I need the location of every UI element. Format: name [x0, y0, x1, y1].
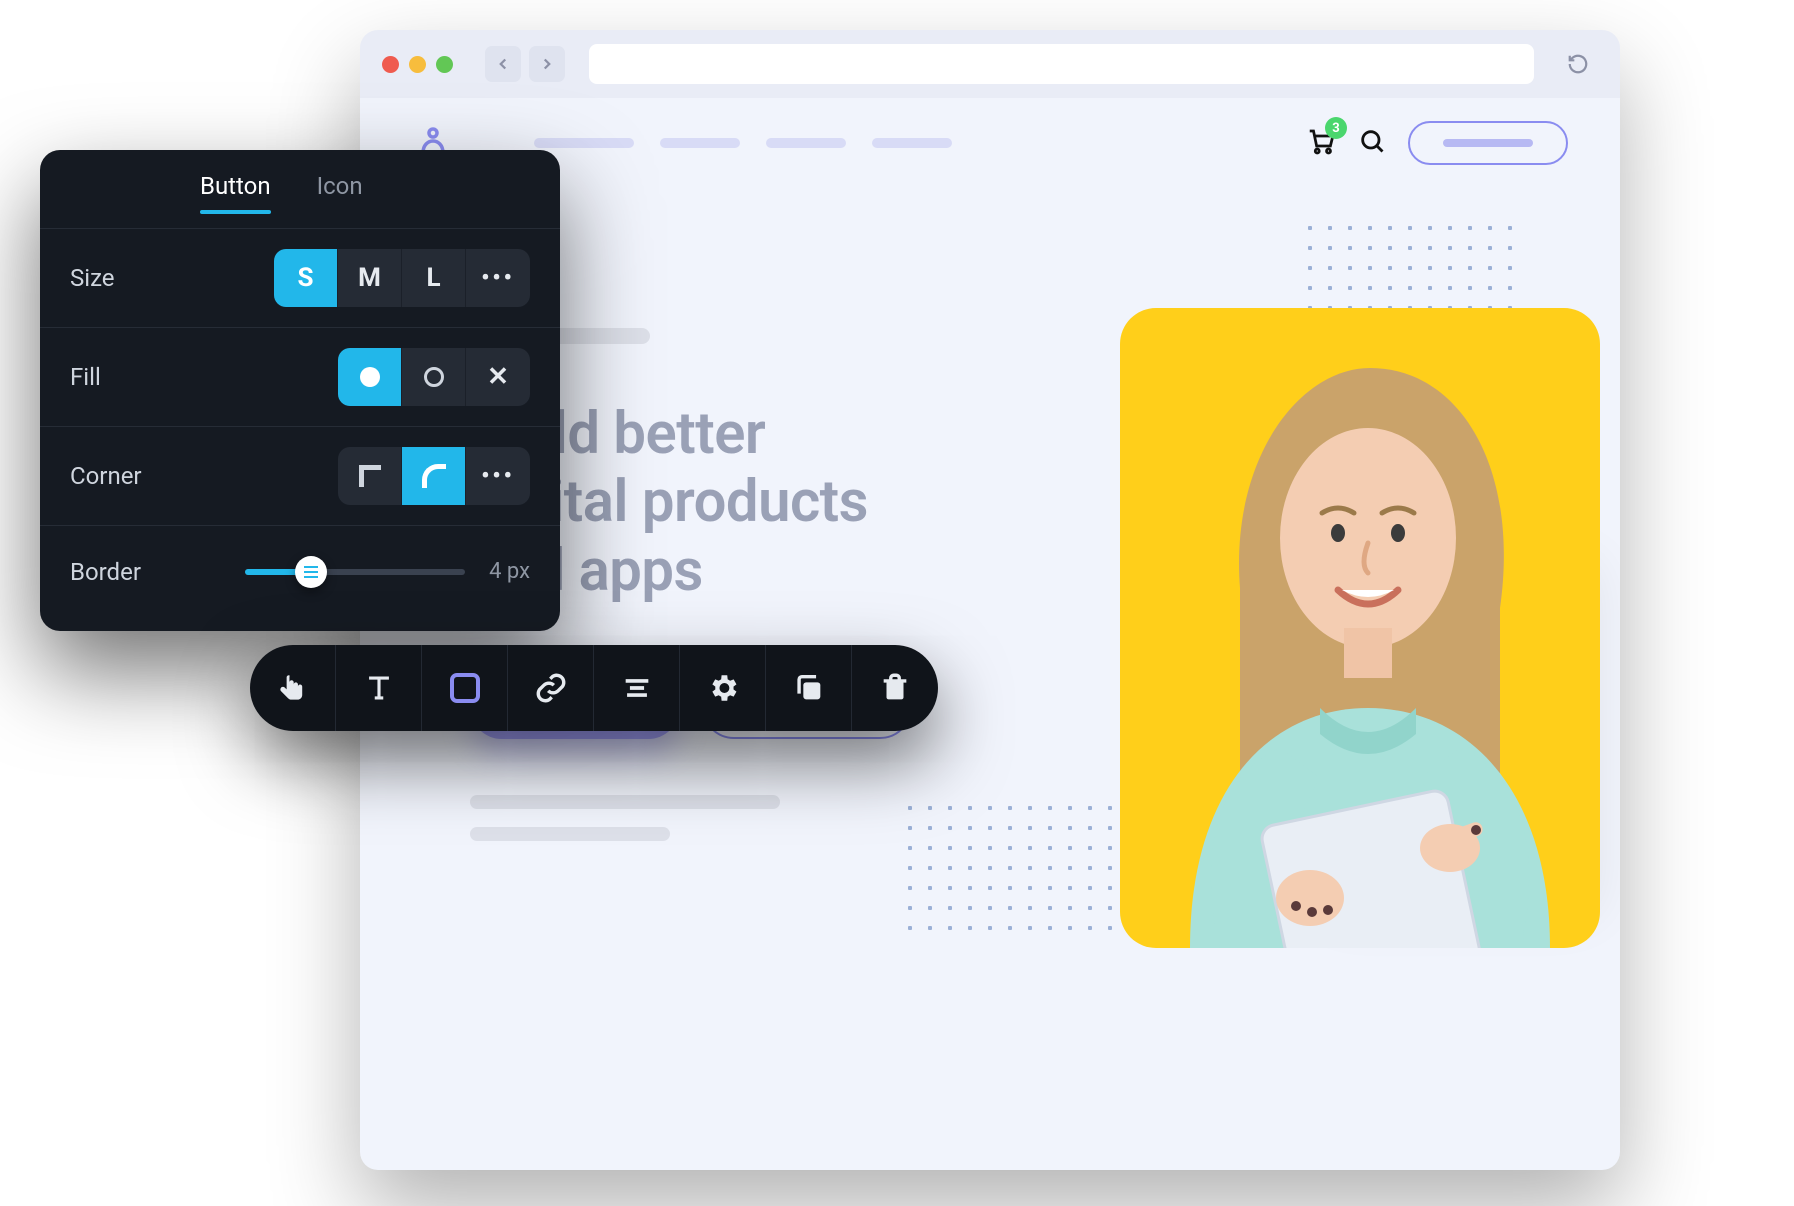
- floating-toolbar: [250, 645, 938, 731]
- back-button[interactable]: [485, 46, 521, 82]
- search-button[interactable]: [1358, 127, 1386, 159]
- tool-link[interactable]: [508, 645, 594, 731]
- ring-icon: [424, 367, 444, 387]
- nav-link[interactable]: [766, 138, 846, 148]
- size-m[interactable]: M: [338, 249, 402, 307]
- reload-button[interactable]: [1558, 44, 1598, 84]
- corner-square[interactable]: [338, 447, 402, 505]
- square-icon: [450, 673, 480, 703]
- slider-track[interactable]: [245, 569, 465, 575]
- corner-round[interactable]: [402, 447, 466, 505]
- tab-icon[interactable]: Icon: [317, 172, 363, 200]
- fill-segmented: ✕: [338, 348, 530, 406]
- slider-value: 4 px: [489, 559, 530, 584]
- row-label: Corner: [70, 462, 142, 490]
- border-slider: 4 px: [245, 559, 530, 584]
- maximize-dot[interactable]: [436, 56, 453, 73]
- tab-button[interactable]: Button: [200, 172, 271, 200]
- cart-button[interactable]: 3: [1306, 126, 1336, 160]
- tool-text[interactable]: [336, 645, 422, 731]
- close-dot[interactable]: [382, 56, 399, 73]
- row-label: Fill: [70, 363, 101, 391]
- gear-icon: [706, 671, 740, 705]
- row-label: Border: [70, 558, 141, 586]
- square-corner-icon: [359, 465, 381, 487]
- header-cta-button[interactable]: [1408, 121, 1568, 165]
- cart-badge: 3: [1325, 117, 1347, 139]
- copy-icon: [792, 671, 826, 705]
- tool-delete[interactable]: [852, 645, 938, 731]
- row-label: Size: [70, 264, 115, 292]
- nav-link[interactable]: [660, 138, 740, 148]
- size-segmented: S M L •••: [274, 249, 530, 307]
- solid-dot-icon: [360, 367, 380, 387]
- tool-copy[interactable]: [766, 645, 852, 731]
- fill-outline[interactable]: [402, 348, 466, 406]
- tool-align[interactable]: [594, 645, 680, 731]
- size-l[interactable]: L: [402, 249, 466, 307]
- trash-icon: [878, 671, 912, 705]
- corner-more[interactable]: •••: [466, 447, 530, 505]
- round-corner-icon: [422, 464, 446, 488]
- tool-pointer[interactable]: [250, 645, 336, 731]
- minimize-dot[interactable]: [409, 56, 426, 73]
- hero-person-illustration: [1120, 308, 1600, 948]
- browser-titlebar: [360, 30, 1620, 98]
- corner-segmented: •••: [338, 447, 530, 505]
- header-right: 3: [1306, 121, 1568, 165]
- style-panel: Button Icon Size S M L ••• Fill ✕ Corner: [40, 150, 560, 631]
- forward-button[interactable]: [529, 46, 565, 82]
- fill-solid[interactable]: [338, 348, 402, 406]
- fill-none[interactable]: ✕: [466, 348, 530, 406]
- decorative-dots: [900, 798, 1120, 938]
- tool-shape[interactable]: [422, 645, 508, 731]
- hero-image-area: [1060, 218, 1620, 978]
- row-corner: Corner •••: [40, 426, 560, 525]
- x-icon: ✕: [487, 362, 509, 392]
- traffic-lights: [382, 56, 453, 73]
- text-icon: [362, 671, 396, 705]
- site-nav: [534, 138, 952, 148]
- nav-link[interactable]: [534, 138, 634, 148]
- panel-rows: Size S M L ••• Fill ✕ Corner •••: [40, 228, 560, 617]
- slider-thumb[interactable]: [295, 556, 327, 588]
- link-icon: [534, 671, 568, 705]
- tool-settings[interactable]: [680, 645, 766, 731]
- size-more[interactable]: •••: [466, 249, 530, 307]
- align-icon: [620, 671, 654, 705]
- nav-link[interactable]: [872, 138, 952, 148]
- row-size: Size S M L •••: [40, 228, 560, 327]
- url-bar[interactable]: [589, 44, 1534, 84]
- pointer-icon: [276, 671, 310, 705]
- panel-tabs: Button Icon: [40, 150, 560, 200]
- row-border: Border 4 px: [40, 525, 560, 617]
- hero-image-card: [1120, 308, 1600, 948]
- size-s[interactable]: S: [274, 249, 338, 307]
- browser-nav-buttons: [485, 46, 565, 82]
- row-fill: Fill ✕: [40, 327, 560, 426]
